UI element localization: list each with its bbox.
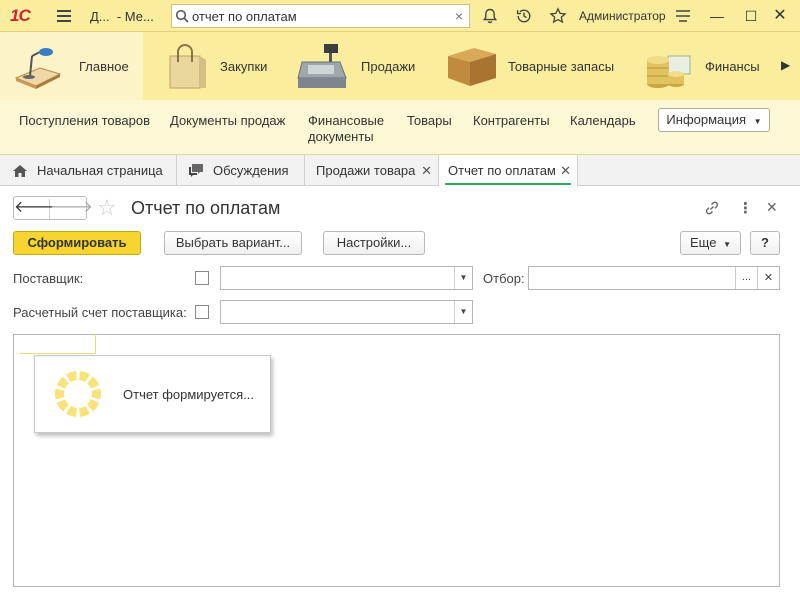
- close-window-button[interactable]: ✕: [770, 6, 790, 26]
- cash-register-icon: [297, 44, 347, 88]
- spinner-segment: [79, 405, 90, 417]
- func-goods[interactable]: Товары: [407, 113, 452, 129]
- spinner-segment: [79, 371, 90, 383]
- favorites-star-icon[interactable]: [549, 7, 567, 25]
- section-main[interactable]: Главное: [0, 32, 143, 100]
- tab-label: Отчет по оплатам: [448, 163, 556, 178]
- dropdown-arrow-icon[interactable]: ▼: [454, 267, 472, 289]
- spinner-segment: [91, 388, 101, 400]
- tab-label: Обсуждения: [213, 163, 289, 178]
- section-label: Закупки: [220, 59, 268, 74]
- selected-cell: [20, 334, 96, 354]
- close-tab-icon[interactable]: ✕: [421, 155, 432, 186]
- coins-icon: [647, 55, 691, 88]
- func-counterparties[interactable]: Контрагенты: [473, 113, 550, 129]
- filter-select-button[interactable]: ...: [735, 267, 757, 289]
- func-financial-documents[interactable]: Финансовые документы: [308, 113, 384, 145]
- tab-payments-report[interactable]: Отчет по оплатам ✕: [439, 155, 578, 187]
- loading-text: Отчет формируется...: [123, 387, 254, 402]
- search-icon: [175, 9, 189, 23]
- loading-spinner-icon: [54, 371, 101, 417]
- open-tabs-bar: Начальная страница Обсуждения Продажи то…: [0, 155, 800, 187]
- info-dropdown-button[interactable]: Информация ▼: [658, 108, 770, 132]
- shopping-bag-icon: [169, 44, 206, 89]
- clear-filter-icon[interactable]: ✕: [757, 267, 779, 289]
- add-to-favorites-icon[interactable]: ☆: [97, 196, 117, 220]
- close-form-icon[interactable]: ✕: [766, 199, 778, 216]
- spinner-segment: [56, 376, 69, 389]
- section-purchases[interactable]: Закупки: [143, 32, 280, 100]
- tab-sales-goods[interactable]: Продажи товара ✕: [305, 155, 439, 186]
- function-panel: Поступления товаров Документы продаж Фин…: [0, 100, 800, 155]
- form-title: Отчет по оплатам: [131, 198, 281, 218]
- supplier-use-checkbox[interactable]: [195, 271, 209, 285]
- spinner-segment: [87, 399, 100, 412]
- notifications-bell-icon[interactable]: [481, 7, 499, 25]
- title-bar: 1С Д... - Ме... × Администратор — ☐ ✕: [0, 0, 800, 32]
- section-label: Финансы: [705, 59, 760, 74]
- more-button[interactable]: Еще ▼: [680, 231, 741, 255]
- minimize-button[interactable]: —: [707, 6, 727, 26]
- clear-search-icon[interactable]: ×: [455, 8, 463, 24]
- global-search[interactable]: ×: [171, 4, 470, 28]
- section-label: Главное: [79, 59, 129, 74]
- home-icon: [13, 165, 27, 177]
- settings-button[interactable]: Настройки...: [323, 231, 425, 255]
- section-inventory[interactable]: Товарные запасы: [422, 32, 630, 100]
- report-progress-popup: Отчет формируется...: [34, 355, 271, 433]
- forward-button[interactable]: 🡒: [50, 199, 93, 217]
- settings-menu-icon[interactable]: [674, 7, 692, 25]
- cardboard-box-icon: [448, 48, 496, 86]
- main-menu-icon[interactable]: [57, 10, 71, 22]
- section-sales[interactable]: Продажи: [280, 32, 422, 100]
- chevron-down-icon: ▼: [723, 240, 731, 249]
- back-button[interactable]: 🡐: [14, 199, 57, 219]
- history-icon[interactable]: [515, 7, 533, 25]
- chat-icon: [189, 164, 203, 177]
- filter-label: Отбор:: [483, 271, 525, 286]
- choose-variant-button[interactable]: Выбрать вариант...: [164, 231, 302, 255]
- window-title: Д... - Ме...: [90, 9, 154, 24]
- spinner-segment: [87, 376, 100, 389]
- maximize-button[interactable]: ☐: [741, 6, 761, 26]
- link-icon[interactable]: [704, 200, 720, 216]
- supplier-field[interactable]: ▼: [220, 266, 473, 290]
- desk-lamp-icon: [14, 48, 62, 89]
- section-label: Товарные запасы: [508, 59, 615, 74]
- spinner-segment: [66, 405, 77, 417]
- tab-home[interactable]: Начальная страница: [0, 155, 177, 186]
- sections-panel: Главное Закупки Продажи Товарные запасы: [0, 32, 800, 100]
- close-tab-icon[interactable]: ✕: [560, 155, 571, 186]
- func-sales-documents[interactable]: Документы продаж: [170, 113, 285, 129]
- supplier-label: Поставщик:: [13, 271, 84, 286]
- account-label: Расчетный счет поставщика:: [13, 305, 187, 320]
- sections-scroll-right-icon[interactable]: ▶: [781, 58, 790, 72]
- help-button[interactable]: ?: [750, 231, 780, 255]
- tab-label: Начальная страница: [37, 163, 163, 178]
- spinner-segment: [66, 371, 77, 383]
- more-actions-icon[interactable]: ⋮: [738, 199, 753, 217]
- tab-label: Продажи товара: [316, 163, 416, 178]
- search-input[interactable]: [192, 7, 442, 25]
- history-nav: 🡐 🡒: [13, 196, 93, 220]
- dropdown-arrow-icon[interactable]: ▼: [454, 301, 472, 323]
- section-finance[interactable]: Финансы: [630, 32, 772, 100]
- filter-field[interactable]: ... ✕: [528, 266, 780, 290]
- more-button-label: Еще: [690, 235, 717, 250]
- tab-discussions[interactable]: Обсуждения: [177, 155, 305, 186]
- app-logo[interactable]: 1С: [10, 6, 31, 26]
- func-calendar[interactable]: Календарь: [570, 113, 636, 129]
- chevron-down-icon: ▼: [753, 117, 762, 126]
- info-button-label: Информация: [666, 112, 747, 127]
- user-name[interactable]: Администратор: [579, 9, 666, 23]
- spinner-segment: [56, 399, 69, 412]
- func-incoming-goods[interactable]: Поступления товаров: [19, 113, 150, 129]
- spinner-segment: [54, 388, 65, 400]
- generate-button[interactable]: Сформировать: [13, 231, 141, 255]
- section-label: Продажи: [361, 59, 416, 74]
- supplier-account-field[interactable]: ▼: [220, 300, 473, 324]
- account-use-checkbox[interactable]: [195, 305, 209, 319]
